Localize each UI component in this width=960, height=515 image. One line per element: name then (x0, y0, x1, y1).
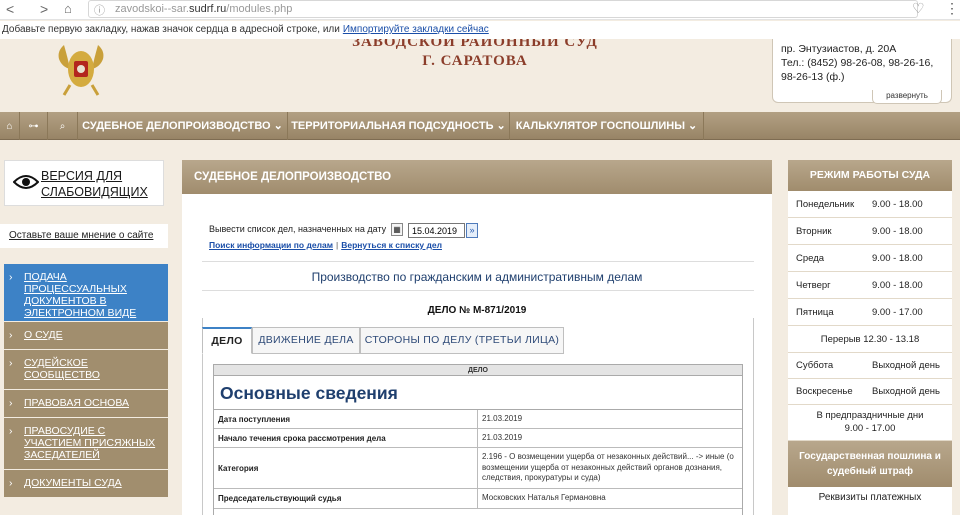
nav-territorial-jurisdiction[interactable]: ТЕРРИТОРИАЛЬНАЯ ПОДСУДНОСТЬ ⌄ (288, 112, 510, 140)
preholiday-hours: В предпраздничные дни 9.00 - 17.00 (788, 405, 952, 441)
schedule-row: Суббота Выходной день (788, 353, 952, 379)
schedule-row: Пятница 9.00 - 17.00 (788, 299, 952, 326)
side-item-electronic-filing[interactable]: › ПОДАЧА ПРОЦЕССУАЛЬНЫХ ДОКУМЕНТОВ В ЭЛЕК… (4, 264, 168, 322)
case-number: ДЕЛО № М-871/2019 (427, 305, 527, 316)
home-icon[interactable]: ⌂ (64, 1, 72, 17)
row-value: 21.03.2019 (482, 413, 523, 423)
eye-icon (13, 175, 39, 189)
chevron-right-icon: › (9, 397, 13, 409)
chevron-right-icon: › (9, 271, 13, 283)
page-title: СУДЕБНОЕ ДЕЛОПРОИЗВОДСТВО (182, 160, 772, 194)
side-item-court-documents[interactable]: › ДОКУМЕНТЫ СУДА (4, 470, 168, 498)
nav-fee-calculator[interactable]: КАЛЬКУЛЯТОР ГОСПОШЛИНЫ ⌄ (510, 112, 704, 140)
tab-case[interactable]: ДЕЛО (202, 327, 252, 354)
section-title: Основные сведения (214, 376, 742, 410)
row-value: 21.03.2019 (482, 432, 523, 442)
table-row: Дата поступления 21.03.2019 (214, 410, 742, 429)
bookmark-heart-icon[interactable]: ♡ (912, 0, 925, 17)
site-header: ЗАВОДСКОЙ РАЙОННЫЙ СУД Г. САРАТОВА пр. Э… (0, 39, 960, 112)
court-phone: Тел.: (8452) 98-26-08, 98-26-16, (781, 57, 934, 69)
date-submit-button[interactable]: » (466, 223, 478, 238)
side-item-about-court[interactable]: › О СУДЕ (4, 322, 168, 350)
link-separator: | (336, 240, 339, 250)
divider (202, 290, 754, 291)
top-navigation: ⌂ ⊶ ⌕ СУДЕБНОЕ ДЕЛОПРОИЗВОДСТВО ⌄ ТЕРРИТ… (0, 112, 960, 140)
court-phone-fax: 98-26-13 (ф.) (781, 71, 845, 83)
search-nav-button[interactable]: ⌕ (48, 112, 78, 140)
chevron-right-icon: › (9, 477, 13, 489)
home-icon: ⌂ (6, 121, 13, 132)
back-to-list-link[interactable]: Вернуться к списку дел (341, 240, 442, 250)
side-menu: › ПОДАЧА ПРОЦЕССУАЛЬНЫХ ДОКУМЕНТОВ В ЭЛЕК… (4, 264, 168, 498)
row-value: Московских Наталья Германовна (482, 493, 606, 503)
court-address: пр. Энтузиастов, д. 20А (781, 43, 897, 55)
lunch-break: Перерыв 12.30 - 13.18 (788, 326, 952, 353)
state-fee-heading[interactable]: Государственная пошлина и судебный штраф (788, 441, 952, 487)
tab-case-movement[interactable]: ДВИЖЕНИЕ ДЕЛА (252, 327, 360, 354)
browser-menu-icon[interactable]: ⋮ (945, 0, 959, 17)
table-row: Начало течения срока рассмотрения дела 2… (214, 429, 742, 448)
nav-court-records[interactable]: СУДЕБНОЕ ДЕЛОПРОИЗВОДСТВО ⌄ (78, 112, 288, 140)
browser-toolbar: < > ⌂ ⓘ zavodskoi--sar.sudrf.ru/modules.… (0, 0, 960, 20)
row-value: 2.196 - О возмещении ущерба от незаконны… (482, 452, 734, 483)
chevron-right-icon: › (9, 357, 13, 369)
date-input[interactable] (408, 223, 465, 238)
side-item-legal-basis[interactable]: › ПРАВОВАЯ ОСНОВА (4, 390, 168, 418)
row-label: Категория (214, 448, 478, 488)
import-bookmarks-link[interactable]: Импортируйте закладки сейчас (343, 24, 489, 35)
payment-details-link[interactable]: Реквизиты платежных (788, 487, 952, 509)
chevron-right-icon: › (9, 329, 13, 341)
schedule-heading: РЕЖИМ РАБОТЫ СУДА (788, 160, 952, 191)
side-item-jury-trials[interactable]: › ПРАВОСУДИЕ С УЧАСТИЕМ ПРИСЯЖНЫХ ЗАСЕДАТ… (4, 418, 168, 470)
back-arrow-icon[interactable]: < (6, 1, 14, 17)
low-vision-version-button[interactable]: ВЕРСИЯ ДЛЯ СЛАБОВИДЯЩИХ (4, 160, 164, 206)
tab-case-parties[interactable]: СТОРОНЫ ПО ДЕЛУ (ТРЕТЬИ ЛИЦА) (360, 327, 564, 354)
low-vision-label: ВЕРСИЯ ДЛЯ СЛАБОВИДЯЩИХ (41, 169, 148, 199)
right-sidebar: РЕЖИМ РАБОТЫ СУДА Понедельник 9.00 - 18.0… (788, 160, 952, 515)
row-label: Председательствующий судья (214, 489, 478, 508)
bookmark-message: Добавьте первую закладку, нажав значок с… (2, 24, 340, 35)
proceedings-title: Производство по гражданским и администра… (311, 270, 643, 284)
case-search-link[interactable]: Поиск информации по делам (209, 240, 333, 250)
site-info-icon[interactable]: ⓘ (94, 2, 105, 18)
schedule-row: Среда 9.00 - 18.00 (788, 245, 952, 272)
court-title: ЗАВОДСКОЙ РАЙОННЫЙ СУД Г. САРАТОВА (352, 39, 598, 69)
row-label: Дата поступления (214, 410, 478, 428)
coat-of-arms-icon (58, 45, 104, 96)
schedule-row: Вторник 9.00 - 18.00 (788, 218, 952, 245)
table-row: Категория 2.196 - О возмещении ущерба от… (214, 448, 742, 489)
search-icon: ⌕ (59, 121, 66, 132)
feedback-link[interactable]: Оставьте ваше мнение о сайте (9, 230, 153, 241)
schedule-row: Понедельник 9.00 - 18.00 (788, 191, 952, 218)
calendar-icon[interactable]: ▦ (391, 223, 403, 236)
case-details-table: ДЕЛО Основные сведения Дата поступления … (213, 364, 743, 515)
bookmark-bar: Добавьте первую закладку, нажав значок с… (0, 21, 960, 39)
divider (202, 261, 754, 262)
row-label: Начало течения срока рассмотрения дела (214, 429, 478, 447)
chevron-right-icon: › (9, 425, 13, 437)
expand-button[interactable]: развернуть (872, 90, 942, 104)
home-nav-button[interactable]: ⌂ (0, 112, 20, 140)
sitemap-nav-button[interactable]: ⊶ (20, 112, 48, 140)
table-row: Председательствующий судья Московских На… (214, 489, 742, 509)
forward-arrow-icon[interactable]: > (40, 1, 48, 17)
case-links: Поиск информации по делам | Вернуться к сп… (209, 240, 442, 250)
url-text: zavodskoi--sar.sudrf.ru/modules.php (115, 3, 293, 15)
double-chevron-right-icon: » (469, 225, 475, 235)
left-sidebar: ВЕРСИЯ ДЛЯ СЛАБОВИДЯЩИХ Оставьте ваше мн… (0, 140, 168, 515)
feedback-link-box[interactable]: Оставьте ваше мнение о сайте (0, 224, 168, 248)
schedule-row: Воскресенье Выходной день (788, 379, 952, 405)
sitemap-icon: ⊶ (28, 121, 39, 132)
main-content: СУДЕБНОЕ ДЕЛОПРОИЗВОДСТВО Вывести список… (182, 160, 772, 515)
date-filter-label: Вывести список дел, назначенных на дату (209, 224, 387, 234)
side-item-judicial-community[interactable]: › СУДЕЙСКОЕ СООБЩЕСТВО (4, 350, 168, 390)
table-caption: ДЕЛО (214, 365, 742, 376)
schedule-row: Четверг 9.00 - 18.00 (788, 272, 952, 299)
address-bar[interactable]: ⓘ zavodskoi--sar.sudrf.ru/modules.php (88, 0, 918, 18)
